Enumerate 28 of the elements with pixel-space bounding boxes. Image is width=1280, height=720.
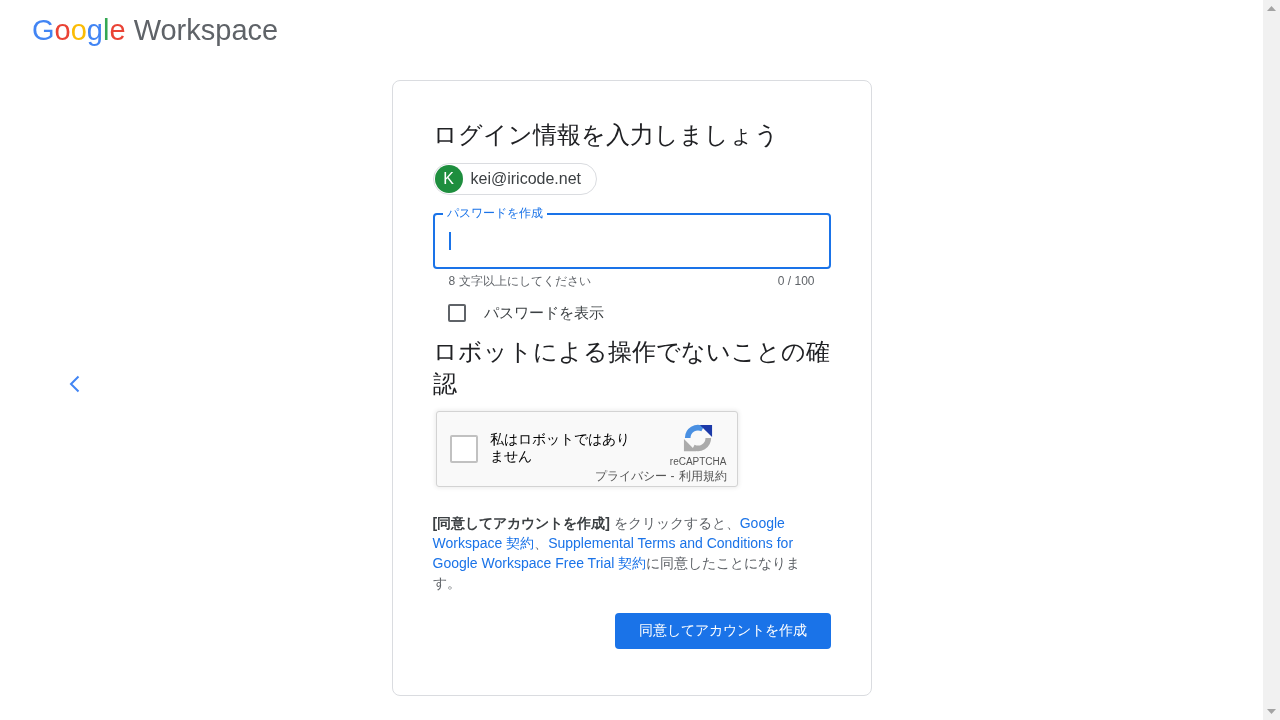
- show-password-checkbox[interactable]: [447, 304, 466, 322]
- agreement-link[interactable]: Supplemental Terms and Conditions for: [548, 535, 794, 551]
- captcha-label: 私はロボットではありません: [489, 431, 631, 465]
- chevron-left-icon[interactable]: [68, 375, 80, 393]
- scroll-down-arrow-icon[interactable]: [1267, 709, 1276, 714]
- agreement-link[interactable]: Workspace 契約: [432, 535, 535, 551]
- link-separator: -: [670, 468, 675, 484]
- text-cursor-icon: [448, 232, 451, 250]
- agreement-link[interactable]: Google: [739, 515, 785, 531]
- captcha-heading: ロボットによる操作でないことの確認: [432, 337, 831, 399]
- terms-link[interactable]: 利用規約: [678, 468, 727, 484]
- captcha-checkbox[interactable]: [449, 435, 478, 463]
- helper-text: 8 文字以上にしてください: [448, 273, 591, 289]
- avatar: K: [434, 165, 463, 193]
- submit-button[interactable]: 同意してアカウントを作成: [614, 613, 831, 649]
- field-label: パスワードを作成: [442, 205, 547, 221]
- terms-notice: [同意してアカウントを作成] をクリックすると、Google Workspace 契約、Supplemental Terms and Conditions for Google Workspace Free Trial 契約に同意したことになります。: [432, 514, 802, 593]
- scrollbar[interactable]: [1263, 0, 1280, 720]
- scroll-up-arrow-icon[interactable]: [1267, 6, 1276, 11]
- character-counter: 0 / 100: [777, 273, 815, 289]
- page-heading: ログイン情報を入力しましょう: [432, 120, 779, 150]
- privacy-link[interactable]: プライバシー: [594, 468, 667, 484]
- agreement-link[interactable]: Google Workspace Free Trial 契約: [432, 555, 647, 571]
- circular-arrows-icon: [682, 423, 713, 453]
- account-email: kei@iricode.net: [470, 170, 581, 188]
- widget-brand-label: reCAPTCHA: [669, 455, 727, 468]
- logo: Google Workspace: [32, 13, 279, 48]
- checkbox-label[interactable]: パスワードを表示: [483, 303, 604, 323]
